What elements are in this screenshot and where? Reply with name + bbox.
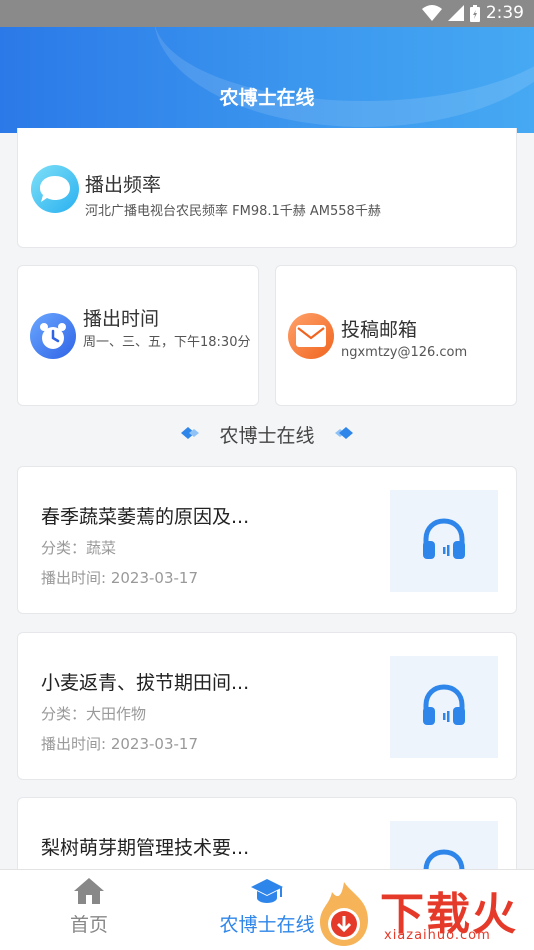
flame-logo-icon [308, 878, 380, 950]
item-title: 小麦返青、拔节期田间... [41, 672, 250, 694]
radio-bubble-icon [31, 165, 79, 213]
diamond-decoration-icon [179, 425, 201, 444]
item-category: 分类：大田作物 [41, 705, 147, 723]
section-title: 农博士在线 [219, 424, 315, 447]
diamond-decoration-icon [333, 425, 355, 444]
item-date: 播出时间: 2023-03-17 [41, 569, 198, 587]
submission-email-address: ngxmtzy@126.com [341, 345, 468, 360]
section-header: 农博士在线 [0, 420, 534, 448]
graduation-cap-icon [250, 877, 284, 909]
broadcast-time-detail: 周一、三、五，下午18:30分 [83, 335, 251, 350]
broadcast-frequency-title: 播出频率 [85, 174, 162, 196]
envelope-icon [288, 313, 334, 359]
item-title: 梨树萌芽期管理技术要... [41, 837, 250, 859]
item-thumbnail[interactable] [390, 490, 498, 592]
watermark-url: xiazaihuo.com [384, 928, 491, 943]
submission-email-card[interactable]: 投稿邮箱 ngxmtzy@126.com [275, 265, 517, 406]
page-title: 农博士在线 [219, 87, 315, 109]
item-thumbnail[interactable] [390, 656, 498, 758]
broadcast-time-title: 播出时间 [83, 308, 160, 330]
home-icon [73, 877, 105, 909]
list-item[interactable]: 春季蔬菜萎蔫的原因及... 分类：蔬菜 播出时间: 2023-03-17 [17, 466, 517, 614]
app-header: 农博士在线 [0, 27, 534, 133]
wifi-icon [421, 5, 442, 21]
item-title: 春季蔬菜萎蔫的原因及... [41, 506, 250, 528]
battery-icon [469, 4, 480, 22]
headphones-icon [421, 683, 467, 731]
watermark: 下载火 xiazaihuo.com [308, 878, 534, 950]
item-category: 分类：蔬菜 [41, 539, 117, 557]
item-date: 播出时间: 2023-03-17 [41, 735, 198, 753]
broadcast-frequency-card: 播出频率 河北广播电视台农民频率 FM98.1千赫 AM558千赫 [17, 128, 517, 248]
status-time: 2:39 [485, 3, 524, 23]
signal-icon [447, 5, 464, 21]
tab-home[interactable]: 首页 [0, 870, 189, 950]
status-bar: 2:39 [0, 0, 534, 27]
submission-email-title: 投稿邮箱 [341, 319, 418, 341]
broadcast-frequency-detail: 河北广播电视台农民频率 FM98.1千赫 AM558千赫 [85, 204, 381, 219]
list-item[interactable]: 小麦返青、拔节期田间... 分类：大田作物 播出时间: 2023-03-17 [17, 632, 517, 780]
headphones-icon [421, 517, 467, 565]
alarm-clock-icon [30, 313, 76, 359]
broadcast-time-card: 播出时间 周一、三、五，下午18:30分 [17, 265, 259, 406]
tab-home-label: 首页 [69, 914, 108, 936]
